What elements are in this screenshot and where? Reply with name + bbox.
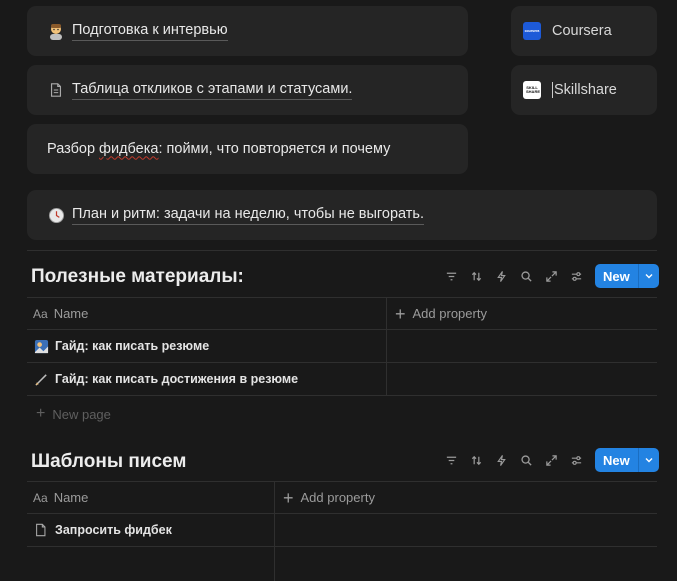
column-separator (386, 298, 387, 329)
row-title-label: Гайд: как писать достижения в резюме (55, 372, 299, 386)
link-skillshare[interactable]: SKILL SHARE Skillshare (511, 65, 657, 115)
plus-icon: + (395, 303, 406, 324)
card-plan-rhythm[interactable]: План и ритм: задачи на неделю, чтобы не … (27, 190, 657, 240)
automation-bolt-icon[interactable] (489, 450, 514, 470)
card-interview-prep-label: Подготовка к интервью (72, 22, 228, 41)
table-row[interactable]: Гайд: как писать достижения в резюме (27, 363, 657, 396)
templates-toolbar: New (439, 448, 659, 472)
new-page-button[interactable]: + New page (36, 405, 111, 423)
column-separator (386, 363, 387, 395)
chevron-down-icon[interactable] (637, 448, 659, 472)
expand-icon[interactable] (539, 266, 564, 286)
column-separator (274, 482, 275, 513)
card-responses-table[interactable]: Таблица откликов с этапами и статусами. (27, 65, 468, 115)
name-column-label: Name (53, 490, 89, 505)
materials-new-label[interactable]: New (595, 264, 638, 288)
templates-header-row: Aa Name + Add property (27, 481, 657, 514)
table-row-empty[interactable] (27, 547, 657, 581)
add-property-button[interactable]: + Add property (283, 487, 375, 508)
materials-new-button[interactable]: New (595, 264, 659, 288)
column-separator (386, 330, 387, 362)
templates-new-label[interactable]: New (595, 448, 638, 472)
search-icon[interactable] (514, 266, 539, 286)
card-interview-prep[interactable]: Подготовка к интервью (27, 6, 468, 56)
plus-icon: + (283, 487, 294, 508)
card-plan-rhythm-label: План и ритм: задачи на неделю, чтобы не … (72, 206, 424, 225)
row-title-label: Гайд: как писать резюме (55, 339, 210, 353)
sort-icon[interactable] (464, 450, 489, 470)
automation-bolt-icon[interactable] (489, 266, 514, 286)
page-icon (33, 522, 49, 538)
card-feedback-analysis[interactable]: Разбор фидбека: пойми, что повторяется и… (27, 124, 468, 174)
row-title[interactable]: Гайд: как писать резюме (33, 338, 209, 354)
link-coursera[interactable]: coursera Coursera (511, 6, 657, 56)
add-property-label: Add property (412, 306, 487, 321)
link-skillshare-label: Skillshare (552, 82, 617, 98)
chevron-down-icon[interactable] (637, 264, 659, 288)
settings-sliders-icon[interactable] (564, 266, 589, 286)
page-icon (47, 81, 65, 99)
card-responses-table-label: Таблица откликов с этапами и статусами. (72, 81, 353, 100)
new-page-label: New page (52, 406, 111, 422)
materials-header-row: Aa Name + Add property (27, 297, 657, 330)
link-coursera-label: Coursera (552, 23, 612, 39)
column-separator (274, 514, 275, 546)
sort-icon[interactable] (464, 266, 489, 286)
add-property-label: Add property (300, 490, 375, 505)
materials-toolbar: New (439, 264, 659, 288)
card-feedback-analysis-label: Разбор фидбека: пойми, что повторяется и… (47, 140, 391, 157)
materials-title: Полезные материалы: (31, 266, 244, 287)
templates-title: Шаблоны писем (31, 451, 187, 472)
settings-sliders-icon[interactable] (564, 450, 589, 470)
filter-icon[interactable] (439, 450, 464, 470)
name-column-header[interactable]: Aa Name (33, 490, 88, 505)
clock-emoji-icon (47, 206, 65, 224)
row-title[interactable]: Гайд: как писать достижения в резюме (33, 371, 298, 387)
person-emoji-icon (47, 22, 65, 40)
column-separator (274, 547, 275, 581)
search-icon[interactable] (514, 450, 539, 470)
row-title-label: Запросить фидбек (55, 523, 172, 537)
table-row[interactable]: Гайд: как писать резюме (27, 330, 657, 363)
table-row[interactable]: Запросить фидбек (27, 514, 657, 547)
pencil-icon (33, 371, 49, 387)
plus-icon: + (36, 405, 46, 422)
row-title[interactable]: Запросить фидбек (33, 522, 172, 538)
filter-icon[interactable] (439, 266, 464, 286)
skillshare-logo-icon: SKILL SHARE (523, 81, 541, 99)
section-divider (27, 250, 657, 251)
name-column-label: Name (53, 306, 89, 321)
text-type-icon: Aa (33, 306, 48, 321)
image-page-icon (33, 338, 49, 354)
expand-icon[interactable] (539, 450, 564, 470)
templates-new-button[interactable]: New (595, 448, 659, 472)
name-column-header[interactable]: Aa Name (33, 306, 88, 321)
add-property-button[interactable]: + Add property (395, 303, 487, 324)
coursera-logo-icon: coursera (523, 22, 541, 40)
text-type-icon: Aa (33, 490, 48, 505)
